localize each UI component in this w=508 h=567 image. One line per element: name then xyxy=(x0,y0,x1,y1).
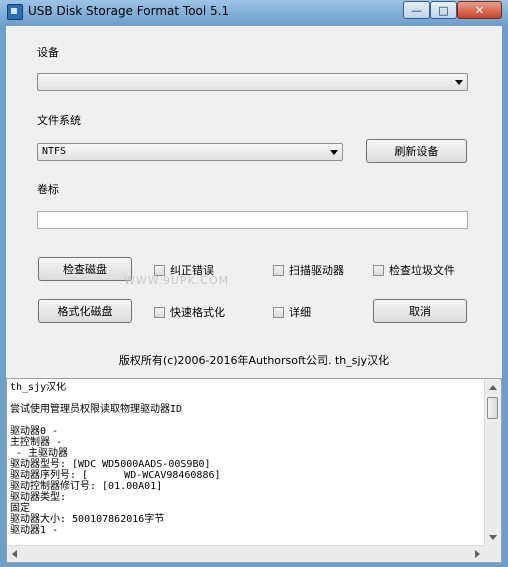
log-line: 尝试使用管理员权限读取物理驱动器ID xyxy=(10,404,183,415)
refresh-devices-button[interactable]: 刷新设备 xyxy=(366,139,467,163)
title-bar[interactable]: USB Disk Storage Format Tool 5.1 — □ ✕ xyxy=(0,0,508,24)
scan-drive-label: 扫描驱动器 xyxy=(289,264,344,277)
main-panel: 设备 文件系统 NTFS 刷新设备 卷标 检查磁盘 纠正错误 扫描驱动器 检查垃… xyxy=(6,26,502,378)
log-line: 驱动器大小: 500107862016字节 xyxy=(10,514,165,525)
check-junk-checkbox[interactable]: 检查垃圾文件 xyxy=(373,262,455,278)
filesystem-selected: NTFS xyxy=(42,146,67,157)
log-line: 驱动器型号: [WDC WD5000AADS-00S9B0] xyxy=(10,459,211,470)
cancel-button[interactable]: 取消 xyxy=(373,299,467,323)
log-line: 驱动器0 - xyxy=(10,426,59,437)
check-junk-label: 检查垃圾文件 xyxy=(389,264,455,277)
scan-drive-checkbox[interactable]: 扫描驱动器 xyxy=(273,262,344,278)
log-line: 主控制器 - xyxy=(10,437,63,448)
log-line: 固定 xyxy=(10,503,30,514)
log-line: 驱动控制器修订号: [01.00A01] xyxy=(10,481,163,492)
copyright-text: 版权所有(c)2006-2016年Authorsoft公司. th_sjy汉化 xyxy=(118,354,390,367)
verbose-checkbox[interactable]: 详细 xyxy=(273,304,311,320)
checkbox-box[interactable] xyxy=(273,264,284,276)
maximize-button[interactable]: □ xyxy=(430,1,457,19)
quick-format-label: 快速格式化 xyxy=(170,306,225,319)
checkbox-box[interactable] xyxy=(373,264,384,276)
device-dropdown[interactable] xyxy=(37,73,468,91)
log-output[interactable]: th_sjy汉化 尝试使用管理员权限读取物理驱动器ID 驱动器0 - 主控制器 -… xyxy=(6,378,502,563)
watermark: WWW.9UPK.COM xyxy=(124,274,230,287)
scroll-up-icon[interactable] xyxy=(489,385,497,390)
log-line: 驱动器类型: xyxy=(10,492,67,503)
vertical-scrollbar[interactable] xyxy=(484,379,501,546)
device-label: 设备 xyxy=(37,46,59,59)
window-title: USB Disk Storage Format Tool 5.1 xyxy=(28,4,230,18)
log-line: 驱动器1 - xyxy=(10,525,59,536)
filesystem-dropdown[interactable]: NTFS xyxy=(37,143,343,161)
chevron-down-icon xyxy=(330,150,338,155)
app-window: USB Disk Storage Format Tool 5.1 — □ ✕ 设… xyxy=(0,0,508,567)
close-button[interactable]: ✕ xyxy=(457,1,502,19)
log-line: 驱动器序列号: [ WD-WCAV98460886] xyxy=(10,470,221,481)
filesystem-label: 文件系统 xyxy=(37,114,81,127)
volume-label-input[interactable] xyxy=(37,211,468,229)
chevron-down-icon xyxy=(455,80,463,85)
scroll-right-icon[interactable] xyxy=(475,550,480,558)
usb-app-icon xyxy=(7,4,23,20)
minimize-button[interactable]: — xyxy=(403,1,430,19)
scroll-thumb[interactable] xyxy=(487,397,498,419)
log-line: th_sjy汉化 xyxy=(10,382,67,393)
scroll-left-icon[interactable] xyxy=(12,550,17,558)
format-disk-button[interactable]: 格式化磁盘 xyxy=(38,299,132,323)
volume-label-caption: 卷标 xyxy=(37,183,59,196)
quick-format-checkbox[interactable]: 快速格式化 xyxy=(154,304,225,320)
log-line: - 主驱动器 xyxy=(10,448,69,459)
scrollbar-corner xyxy=(485,546,501,562)
log-text: th_sjy汉化 尝试使用管理员权限读取物理驱动器ID 驱动器0 - 主控制器 -… xyxy=(10,382,480,544)
check-disk-button[interactable]: 检查磁盘 xyxy=(38,257,132,281)
checkbox-box[interactable] xyxy=(154,306,165,318)
scroll-down-icon[interactable] xyxy=(489,535,497,540)
checkbox-box[interactable] xyxy=(273,306,284,318)
horizontal-scrollbar[interactable] xyxy=(7,545,485,562)
verbose-label: 详细 xyxy=(289,306,311,319)
